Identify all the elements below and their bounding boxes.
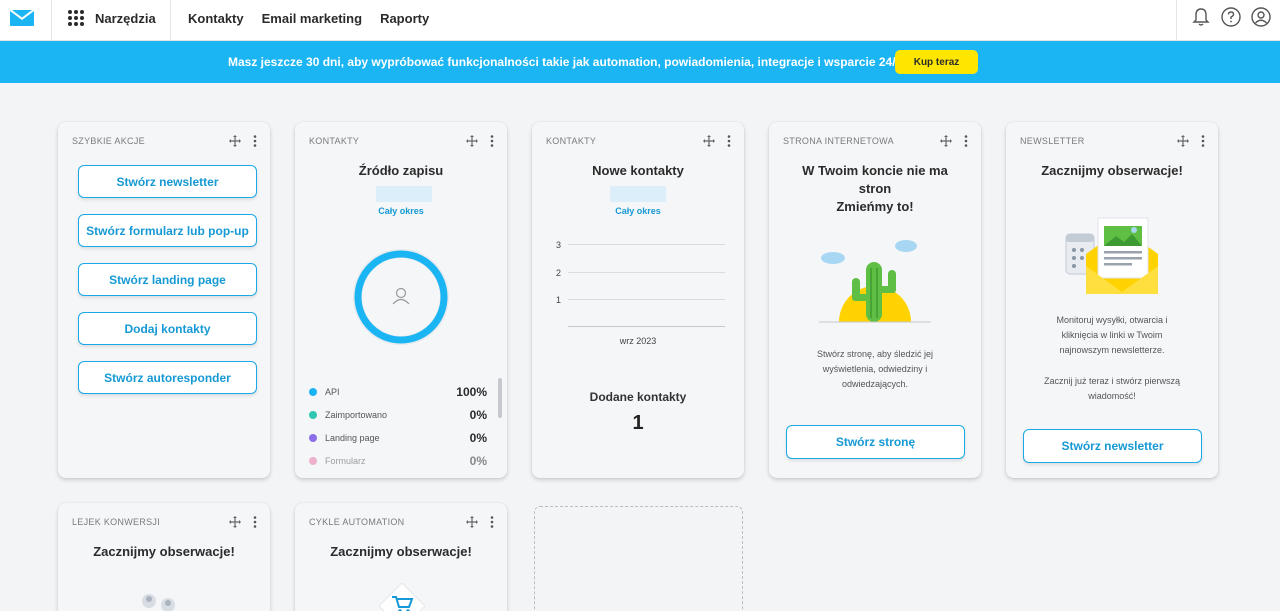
added-contacts-label: Dodane kontakty — [589, 390, 687, 404]
empty-widget-slot[interactable] — [534, 506, 743, 611]
widget-header: CYKLE AUTOMATION — [309, 517, 405, 527]
widget-title: W Twoim koncie nie ma — [802, 163, 948, 178]
create-landing-page-button[interactable]: Stwórz landing page — [78, 263, 257, 296]
buy-now-button[interactable]: Kup teraz — [895, 50, 978, 74]
widget-description: najnowszym newsletterze. — [1059, 345, 1165, 355]
move-icon[interactable] — [466, 134, 478, 147]
legend-item-landing-page: Landing page 0% — [309, 431, 487, 445]
widget-description: Monitoruj wysyłki, otwarcia i — [1056, 315, 1168, 325]
legend-dot — [309, 434, 317, 442]
widget-description: wyświetlenia, odwiedziny i — [822, 364, 928, 374]
nav-reports[interactable]: Raporty — [380, 11, 429, 26]
widget-description: odwiedzających. — [841, 379, 909, 389]
trial-banner-text: Masz jeszcze 30 dni, aby wypróbować funk… — [228, 55, 906, 69]
added-contacts-value: 1 — [632, 412, 644, 434]
trial-banner: Masz jeszcze 30 dni, aby wypróbować funk… — [0, 41, 1280, 83]
move-icon[interactable] — [1177, 134, 1189, 147]
date-range-placeholder — [610, 186, 666, 202]
period-selector[interactable]: Cały okres — [532, 206, 744, 216]
widget-description: kliknięcia w linki w Twoim — [1061, 330, 1163, 340]
create-website-button[interactable]: Stwórz stronę — [786, 425, 965, 459]
widget-title: Nowe kontakty — [592, 163, 684, 178]
create-form-button[interactable]: Stwórz formularz lub pop-up — [78, 214, 257, 247]
widget-header: STRONA INTERNETOWA — [783, 136, 894, 146]
getresponse-logo-icon[interactable] — [9, 9, 35, 27]
legend-dot — [309, 411, 317, 419]
top-bar: Narzędzia Kontakty Email marketing Rapor… — [0, 0, 1280, 41]
quick-actions-widget: SZYBKIE AKCJE Stwórz newsletter Stwórz f… — [58, 122, 270, 478]
automation-widget: CYKLE AUTOMATION Zacznijmy obserwacje! — [295, 503, 507, 611]
newsletter-envelope-icon — [1065, 217, 1158, 294]
y-tick-label: 3 — [556, 240, 562, 250]
notifications-icon[interactable] — [1190, 6, 1212, 28]
signup-source-widget: KONTAKTY Źródło zapisu Cały okres API 10… — [295, 122, 507, 478]
more-options-icon[interactable] — [960, 134, 972, 147]
help-icon[interactable] — [1220, 6, 1242, 28]
more-options-icon[interactable] — [249, 515, 261, 528]
date-range-placeholder — [376, 186, 432, 202]
move-icon[interactable] — [229, 515, 241, 528]
period-selector[interactable]: Cały okres — [295, 206, 507, 216]
widget-header: SZYBKIE AKCJE — [72, 136, 145, 146]
tools-menu[interactable]: Narzędzia — [68, 10, 156, 27]
more-options-icon[interactable] — [723, 134, 735, 147]
create-autoresponder-button[interactable]: Stwórz autoresponder — [78, 361, 257, 394]
conversion-funnel-widget: LEJEK KONWERSJI Zacznijmy obserwacje! — [58, 503, 270, 611]
widget-header: LEJEK KONWERSJI — [72, 517, 161, 527]
create-newsletter-widget-button[interactable]: Stwórz newsletter — [1023, 429, 1202, 463]
widget-header: NEWSLETTER — [1020, 136, 1085, 146]
newsletter-widget: NEWSLETTER Zacznijmy obserwacje! Monitor… — [1006, 122, 1218, 478]
widget-header: KONTAKTY — [309, 136, 360, 146]
x-tick-label: wrz 2023 — [619, 336, 657, 346]
legend-item-form: Formularz 0% — [309, 454, 487, 468]
divider — [1176, 0, 1177, 41]
x-axis — [568, 326, 725, 327]
cactus-illustration-icon — [819, 240, 931, 323]
move-icon[interactable] — [940, 134, 952, 147]
create-newsletter-button[interactable]: Stwórz newsletter — [78, 165, 257, 198]
more-options-icon[interactable] — [1197, 134, 1209, 147]
move-icon[interactable] — [466, 515, 478, 528]
topbar-icons — [1190, 6, 1272, 28]
y-tick-label: 1 — [556, 295, 562, 305]
widget-title: Źródło zapisu — [358, 163, 444, 178]
apps-grid-icon — [68, 10, 85, 27]
main-nav: Kontakty Email marketing Raporty — [188, 11, 429, 26]
divider — [51, 0, 52, 41]
widget-description: wiadomość! — [1088, 391, 1136, 401]
legend-dot — [309, 388, 317, 396]
tools-menu-label: Narzędzia — [95, 11, 156, 26]
more-options-icon[interactable] — [249, 134, 261, 147]
website-widget: STRONA INTERNETOWA W Twoim koncie nie ma… — [769, 122, 981, 478]
more-options-icon[interactable] — [486, 134, 498, 147]
y-tick-label: 2 — [556, 268, 562, 278]
nav-email-marketing[interactable]: Email marketing — [262, 11, 362, 26]
widget-description: Zacznij już teraz i stwórz pierwszą — [1043, 376, 1181, 386]
legend-scrollbar[interactable] — [498, 378, 502, 418]
gridline — [568, 272, 725, 273]
more-options-icon[interactable] — [486, 515, 498, 528]
gridline — [568, 244, 725, 245]
widget-title: stron — [858, 181, 892, 196]
gridline — [568, 299, 725, 300]
widget-description: Stwórz stronę, aby śledzić jej — [816, 349, 934, 359]
add-contacts-button[interactable]: Dodaj kontakty — [78, 312, 257, 345]
users-illustration-icon — [142, 594, 175, 611]
legend-item-imported: Zaimportowano 0% — [309, 408, 487, 422]
widget-title: Zacznijmy obserwacje! — [330, 544, 472, 559]
move-icon[interactable] — [229, 134, 241, 147]
legend-item-api: API 100% — [309, 385, 487, 399]
widget-title: Zacznijmy obserwacje! — [93, 544, 235, 559]
new-contacts-widget: KONTAKTY Nowe kontakty Cały okres 3 2 1 … — [532, 122, 744, 478]
divider — [170, 0, 171, 41]
legend-dot — [309, 457, 317, 465]
widget-title: Zacznijmy obserwacje! — [1041, 163, 1183, 178]
widget-header: KONTAKTY — [546, 136, 597, 146]
account-icon[interactable] — [1250, 6, 1272, 28]
move-icon[interactable] — [703, 134, 715, 147]
shopping-cart-illustration-icon — [379, 583, 425, 611]
nav-contacts[interactable]: Kontakty — [188, 11, 244, 26]
source-donut-chart — [353, 249, 449, 345]
widget-title: Zmieńmy to! — [836, 199, 914, 214]
